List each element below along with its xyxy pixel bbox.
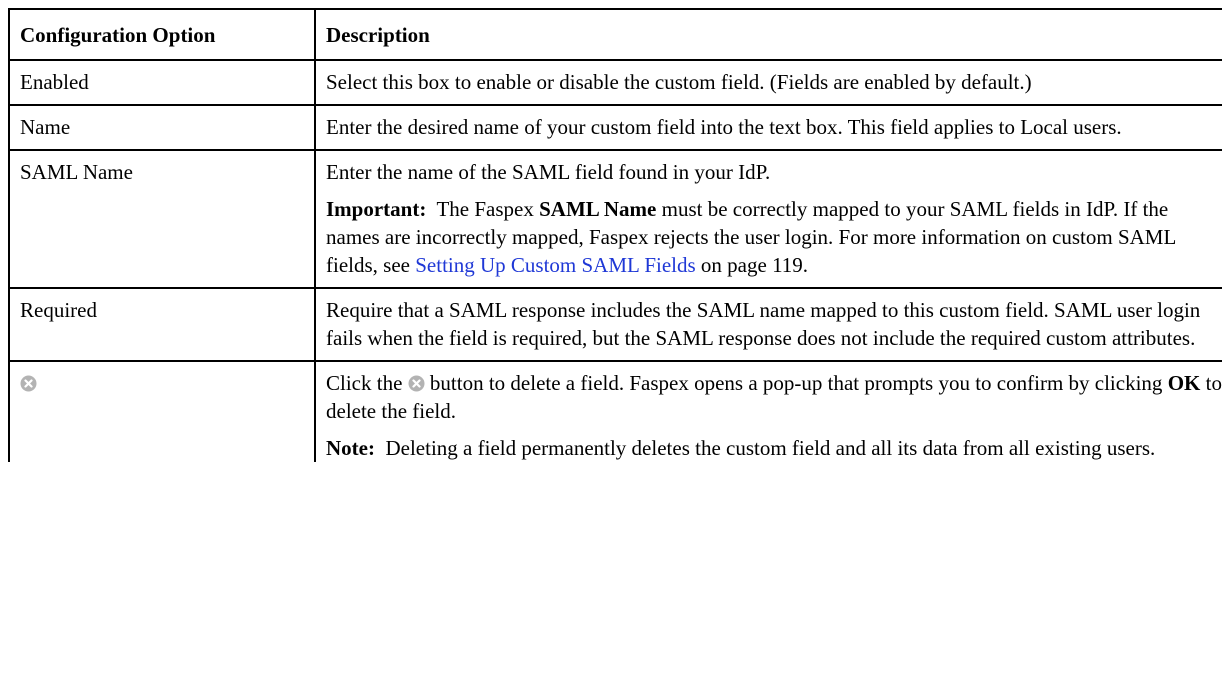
option-cell: Enabled xyxy=(8,59,316,106)
column-header-option: Configuration Option xyxy=(8,8,316,61)
table-row: SAML Name Enter the name of the SAML fie… xyxy=(8,149,1222,289)
important-label: Important: xyxy=(326,197,427,221)
important-term: SAML Name xyxy=(539,197,657,221)
table-row: Enabled Select this box to enable or dis… xyxy=(8,59,1222,106)
delete-instruction: Click the button to delete a field. Fasp… xyxy=(326,369,1222,425)
click-post: button to delete a field. Faspex opens a… xyxy=(429,371,1163,395)
option-cell xyxy=(8,360,316,462)
note-text: Deleting a field permanently deletes the… xyxy=(385,436,1156,460)
important-pre: The Faspex xyxy=(436,197,534,221)
delete-circle-icon xyxy=(20,375,37,392)
description-cell: Select this box to enable or disable the… xyxy=(314,59,1222,106)
link-suffix: on page 119. xyxy=(700,253,809,277)
delete-circle-icon xyxy=(408,375,425,392)
setting-up-custom-saml-fields-link[interactable]: Setting Up Custom SAML Fields xyxy=(415,253,695,277)
table-header-row: Configuration Option Description xyxy=(8,8,1222,61)
click-pre: Click the xyxy=(326,371,403,395)
configuration-options-table: Configuration Option Description Enabled… xyxy=(8,8,1222,462)
table-row: Name Enter the desired name of your cust… xyxy=(8,104,1222,151)
ok-label: OK xyxy=(1167,371,1201,395)
description-text: Require that a SAML response includes th… xyxy=(326,298,1201,350)
delete-note: Note: Deleting a field permanently delet… xyxy=(326,434,1222,462)
table-row: Click the button to delete a field. Fasp… xyxy=(8,360,1222,462)
option-cell: Required xyxy=(8,287,316,362)
description-cell: Enter the desired name of your custom fi… xyxy=(314,104,1222,151)
description-text: Select this box to enable or disable the… xyxy=(326,70,1032,94)
important-note: Important: The Faspex SAML Name must be … xyxy=(326,195,1222,279)
description-cell: Click the button to delete a field. Fasp… xyxy=(314,360,1222,462)
option-cell: SAML Name xyxy=(8,149,316,289)
option-cell: Name xyxy=(8,104,316,151)
table-row: Required Require that a SAML response in… xyxy=(8,287,1222,362)
description-cell: Require that a SAML response includes th… xyxy=(314,287,1222,362)
description-text: Enter the desired name of your custom fi… xyxy=(326,115,1122,139)
description-cell: Enter the name of the SAML field found i… xyxy=(314,149,1222,289)
description-text: Enter the name of the SAML field found i… xyxy=(326,160,771,184)
column-header-description: Description xyxy=(314,8,1222,61)
note-label: Note: xyxy=(326,436,375,460)
